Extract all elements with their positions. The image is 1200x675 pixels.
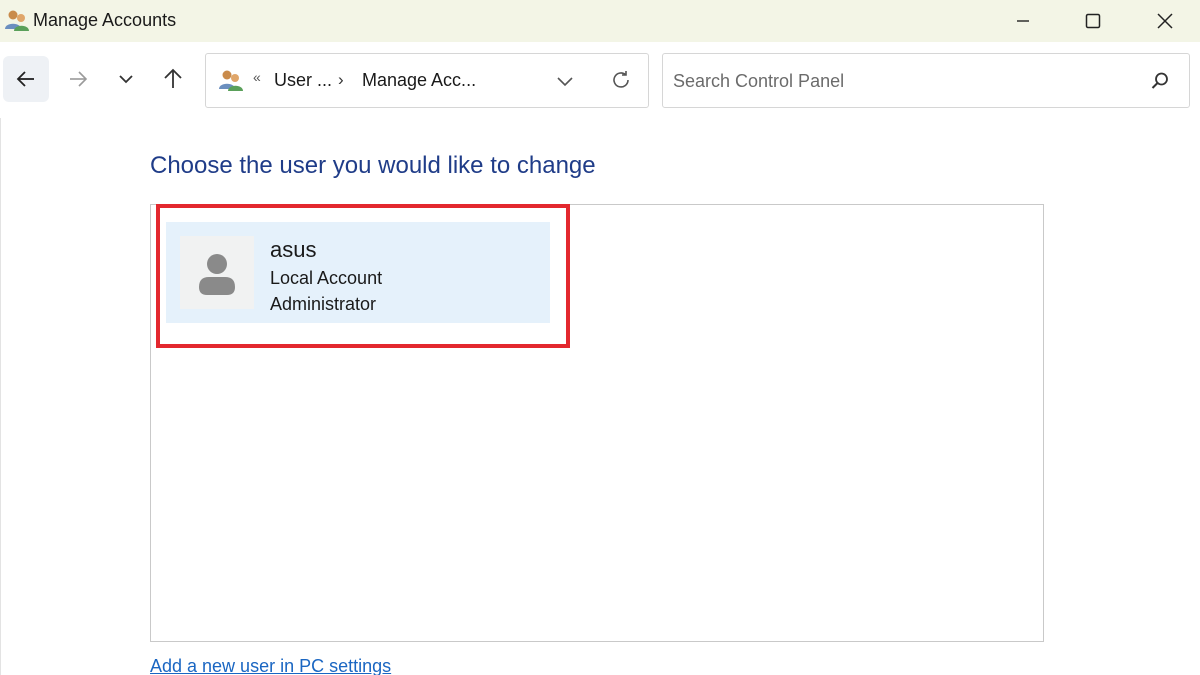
address-bar[interactable]: « User ... › Manage Acc...: [205, 53, 649, 108]
users-icon: [5, 10, 29, 31]
search-button[interactable]: [1147, 68, 1173, 94]
maximize-icon: [1085, 13, 1101, 29]
breadcrumb-item-user-accounts[interactable]: User ...: [274, 70, 332, 91]
user-role: Administrator: [270, 294, 377, 314]
maximize-button[interactable]: [1058, 0, 1128, 42]
arrow-right-icon: [70, 71, 88, 87]
back-button[interactable]: [3, 56, 49, 102]
minimize-button[interactable]: [988, 0, 1058, 42]
address-dropdown-button[interactable]: [550, 66, 580, 96]
breadcrumb-item-manage-accounts[interactable]: Manage Acc...: [362, 70, 476, 91]
minimize-icon: [1017, 20, 1029, 22]
refresh-icon: [613, 71, 629, 88]
chevron-down-icon: [557, 77, 573, 87]
breadcrumb-overflow[interactable]: «: [253, 69, 261, 85]
forward-button[interactable]: [58, 56, 98, 102]
close-icon: [1157, 13, 1173, 29]
page-title: Choose the user you would like to change: [150, 152, 596, 179]
add-user-link[interactable]: Add a new user in PC settings: [150, 656, 391, 675]
arrow-up-icon: [164, 68, 182, 88]
title-bar: Manage Accounts: [0, 0, 1200, 42]
close-button[interactable]: [1130, 0, 1200, 42]
chevron-down-icon: [119, 75, 133, 84]
user-avatar-icon: [199, 253, 235, 295]
breadcrumb-arrow[interactable]: ›: [338, 70, 344, 90]
refresh-button[interactable]: [606, 65, 636, 95]
window-border: [0, 118, 1, 675]
search-input[interactable]: [673, 66, 1133, 96]
search-box[interactable]: [662, 53, 1190, 108]
recent-locations-button[interactable]: [106, 56, 146, 102]
user-tile-asus[interactable]: asus Local Account Administrator: [166, 222, 550, 323]
navigation-bar: « User ... › Manage Acc...: [0, 42, 1200, 118]
window-title: Manage Accounts: [33, 10, 177, 30]
users-icon: [219, 70, 243, 91]
user-name: asus: [270, 237, 317, 262]
arrow-left-icon: [16, 71, 34, 87]
search-icon: [1151, 72, 1168, 89]
up-button[interactable]: [153, 56, 193, 102]
avatar: [180, 236, 254, 309]
user-account-type: Local Account: [270, 268, 383, 288]
